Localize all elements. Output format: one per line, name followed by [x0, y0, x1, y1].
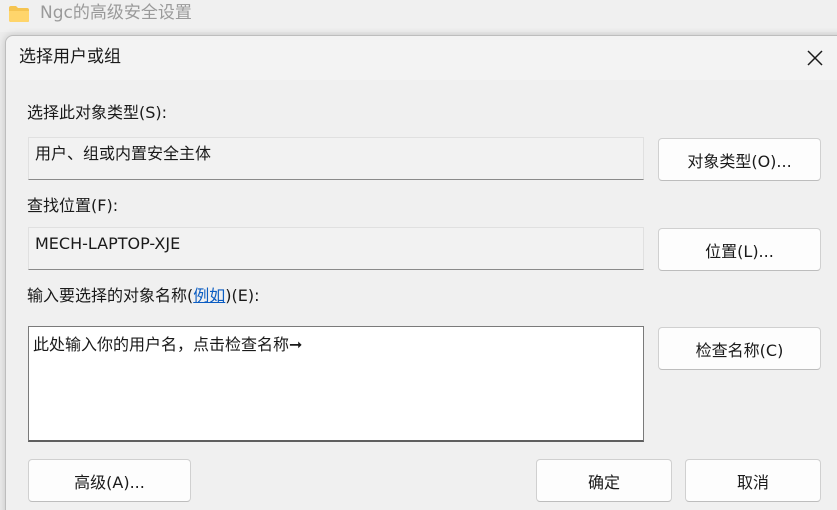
object-names-label-prefix: 输入要选择的对象名称( [27, 286, 194, 305]
location-value: MECH-LAPTOP-XJE [35, 234, 181, 253]
select-users-dialog: 选择用户或组 选择此对象类型(S): 用户、组或内置安全主体 对象类型(O)..… [5, 35, 837, 510]
cancel-button[interactable]: 取消 [685, 459, 821, 502]
parent-window-title: Ngc的高级安全设置 [40, 3, 192, 23]
locations-button[interactable]: 位置(L)... [658, 228, 821, 271]
close-icon [807, 50, 823, 66]
folder-icon [9, 6, 29, 22]
object-names-label: 输入要选择的对象名称(例如)(E): [27, 286, 260, 306]
location-field: MECH-LAPTOP-XJE [28, 227, 644, 270]
object-type-value: 用户、组或内置安全主体 [35, 144, 212, 163]
dialog-title: 选择用户或组 [19, 47, 121, 67]
object-names-value: 此处输入你的用户名，点击检查名称➞ [33, 335, 303, 354]
object-names-label-suffix: )(E): [225, 286, 260, 305]
examples-link[interactable]: 例如 [193, 286, 225, 305]
object-type-field: 用户、组或内置安全主体 [28, 137, 644, 180]
object-names-input[interactable]: 此处输入你的用户名，点击检查名称➞ [28, 326, 644, 442]
location-label: 查找位置(F): [27, 196, 119, 215]
object-types-button[interactable]: 对象类型(O)... [658, 138, 821, 181]
dialog-titlebar[interactable]: 选择用户或组 [6, 36, 837, 80]
check-names-button[interactable]: 检查名称(C) [658, 327, 821, 370]
advanced-button[interactable]: 高级(A)... [28, 459, 191, 502]
ok-button[interactable]: 确定 [536, 459, 672, 502]
parent-window-titlebar: Ngc的高级安全设置 [0, 0, 837, 32]
object-type-label: 选择此对象类型(S): [27, 103, 168, 122]
close-button[interactable] [795, 40, 835, 76]
